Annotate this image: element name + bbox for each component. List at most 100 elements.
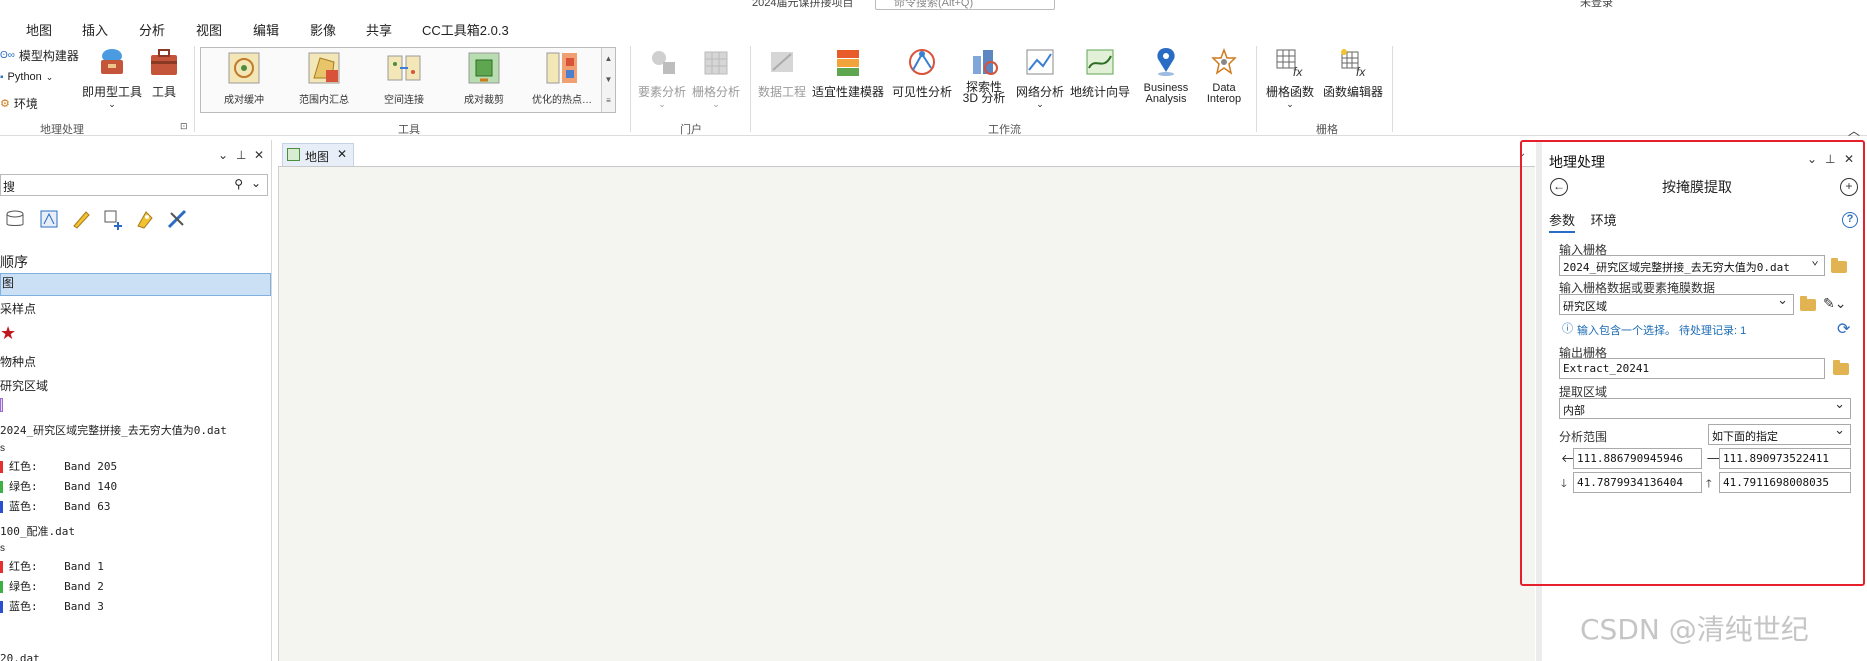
gallery-item-summarize-within[interactable]: 范围内汇总: [285, 50, 363, 106]
dialog-launcher-icon[interactable]: ⊡: [180, 121, 188, 132]
browse-folder-icon[interactable]: [1831, 258, 1847, 273]
geostatistical-wizard-icon: [1086, 49, 1114, 75]
tree-item-stitched-raster[interactable]: 2024_研究区域完整拼接_去无穷大值为0.dat: [0, 422, 227, 438]
function-editor-button[interactable]: fx 函数编辑器: [1320, 46, 1386, 100]
search-icon[interactable]: ⚲: [234, 177, 243, 191]
close-icon[interactable]: ✕: [254, 148, 264, 162]
pane-options-icon[interactable]: ⌄: [1807, 152, 1817, 166]
tree-item-species-points[interactable]: 物种点: [0, 353, 36, 370]
scroll-down-icon[interactable]: ▼: [602, 69, 615, 90]
selection-info-text: 输入包含一个选择。 待处理记录: 1: [1577, 325, 1747, 337]
tab-imagery[interactable]: 影像: [310, 20, 336, 39]
network-analysis-button[interactable]: 网络分析 ⌄: [1014, 46, 1066, 109]
data-engineering-button[interactable]: 数据工程: [756, 46, 808, 100]
tab-share[interactable]: 共享: [366, 20, 392, 39]
gallery-item-optimized-hot-spot[interactable]: 优化的热点…: [523, 50, 601, 106]
tree-item-study-area[interactable]: 研究区域: [0, 377, 48, 394]
extent-bottom-field[interactable]: 41.7879934136404: [1573, 472, 1702, 493]
list-by-labeling-icon[interactable]: [134, 208, 156, 230]
pin-icon[interactable]: ⊥: [1825, 152, 1835, 166]
extent-right-field[interactable]: 111.890973522411: [1719, 448, 1851, 469]
environments-button[interactable]: ⚙ 环境: [0, 95, 38, 112]
map-icon: [287, 148, 300, 161]
raster-analysis-icon: [704, 51, 728, 75]
tree-item-raster-20[interactable]: 20.dat: [0, 652, 40, 661]
polygon-symbol-icon: [0, 398, 3, 412]
browse-folder-icon[interactable]: [1800, 296, 1816, 311]
model-builder-button[interactable]: ʘ∞ 模型构建器: [0, 47, 79, 64]
tree-item-registered-raster[interactable]: 100_配准.dat: [0, 523, 75, 539]
data-interop-button[interactable]: Data Interop: [1200, 46, 1248, 105]
chevron-down-icon[interactable]: ⌄: [251, 176, 261, 190]
list-by-snapping-icon[interactable]: [102, 208, 124, 230]
gallery-item-pairwise-buffer[interactable]: 成对缓冲: [205, 50, 283, 106]
tab-analysis[interactable]: 分析: [136, 20, 168, 45]
collapse-ribbon-icon[interactable]: ︿: [1848, 122, 1860, 139]
suitability-modeler-button[interactable]: 适宜性建模器: [812, 46, 884, 100]
edit-pencil-icon[interactable]: ✎⌄: [1823, 295, 1846, 312]
close-icon[interactable]: ✕: [1844, 152, 1854, 166]
analysis-extent-select[interactable]: 如下面的指定: [1708, 424, 1851, 445]
map-canvas[interactable]: [278, 166, 1535, 661]
tree-item-sample-points[interactable]: 采样点: [0, 300, 36, 317]
raster-analysis-button[interactable]: 栅格分析 ⌄: [690, 46, 742, 109]
tool-name: 按掩膜提取: [1662, 179, 1732, 195]
ready-to-use-tools-button[interactable]: 即用型工具 ⌄: [80, 46, 144, 109]
extent-left-field[interactable]: 111.886790945946: [1573, 448, 1702, 469]
tree-item-map[interactable]: 图: [0, 273, 271, 296]
gallery-scrollbar[interactable]: ▲ ▼ ≡: [601, 48, 615, 112]
exploratory-3d-analysis-button[interactable]: 探索性 3D 分析: [956, 46, 1012, 104]
gallery-expand-icon[interactable]: ≡: [602, 90, 615, 111]
scroll-up-icon[interactable]: ▲: [602, 48, 615, 69]
python-button[interactable]: ▪ Python ⌄: [0, 71, 53, 83]
raster-functions-button[interactable]: fx 栅格函数 ⌄: [1264, 46, 1316, 109]
output-raster-field[interactable]: Extract_20241: [1559, 358, 1825, 379]
pin-icon[interactable]: ⊥: [236, 148, 246, 162]
extent-top-field[interactable]: 41.7911698008035: [1719, 472, 1851, 493]
list-by-perspective-icon[interactable]: [166, 208, 188, 230]
command-search-input[interactable]: 命令搜索(Alt+Q): [875, 0, 1055, 10]
title-bar: 2024届元谋拼接项目 命令搜索(Alt+Q) 未登录: [0, 0, 1867, 10]
group-label-geoprocessing: 地理处理: [40, 124, 84, 136]
tab-map[interactable]: 地图: [26, 20, 52, 39]
ribbon-separator: [1392, 46, 1393, 132]
list-by-editing-icon[interactable]: [70, 208, 92, 230]
gallery-item-pairwise-clip[interactable]: 成对裁剪: [445, 50, 523, 106]
ribbon: ʘ∞ 模型构建器 ▪ Python ⌄ ⚙ 环境 即用型工具 ⌄ 工具 地理处理…: [0, 42, 1867, 136]
contents-search-input[interactable]: 搜 ⚲ ⌄: [0, 174, 268, 196]
help-icon[interactable]: ?: [1842, 212, 1858, 228]
tab-parameters[interactable]: 参数: [1549, 210, 1576, 233]
sign-in-status[interactable]: 未登录: [1580, 0, 1613, 10]
raster-functions-icon: fx: [1276, 49, 1303, 79]
pane-options-icon[interactable]: ⌄: [218, 148, 228, 162]
gallery-item-spatial-join[interactable]: 空间连接: [365, 50, 443, 106]
map-view-tab[interactable]: 地图 ✕: [282, 143, 354, 167]
visibility-analysis-button[interactable]: 可见性分析: [890, 46, 954, 100]
refresh-icon[interactable]: ⟳: [1837, 319, 1850, 339]
list-by-selection-icon[interactable]: [38, 208, 60, 230]
add-plus-icon[interactable]: +: [1840, 178, 1858, 196]
tab-insert[interactable]: 插入: [82, 20, 108, 39]
view-options-icon[interactable]: ⌄: [1518, 148, 1526, 159]
function-editor-icon: fx: [1341, 49, 1366, 79]
tab-environments[interactable]: 环境: [1591, 210, 1617, 231]
analysis-extent-label: 分析范围: [1559, 430, 1608, 444]
list-by-data-source-icon[interactable]: [4, 208, 26, 230]
map-pin-icon: [1157, 48, 1175, 76]
tab-edit[interactable]: 编辑: [253, 20, 279, 39]
geostatistical-wizard-button[interactable]: 地统计向导: [1068, 46, 1132, 100]
browse-folder-icon[interactable]: [1833, 360, 1849, 375]
business-analysis-button[interactable]: Business Analysis: [1136, 46, 1196, 105]
tools-button[interactable]: 工具: [146, 46, 182, 100]
chevron-down-icon: ⌄: [45, 71, 54, 82]
mask-field[interactable]: 研究区域: [1559, 294, 1794, 315]
tab-cc-toolbox[interactable]: CC工具箱2.0.3: [422, 20, 509, 39]
band-green: 绿色: Band 2: [0, 578, 104, 594]
star-symbol-icon: ★: [0, 323, 17, 343]
input-raster-field[interactable]: 2024_研究区域完整拼接_去无穷大值为0.dat: [1559, 255, 1825, 276]
feature-analysis-button[interactable]: 要素分析 ⌄: [636, 46, 688, 109]
ribbon-separator: [1256, 46, 1257, 132]
extraction-area-select[interactable]: 内部: [1559, 398, 1851, 419]
tab-view[interactable]: 视图: [196, 20, 222, 39]
close-icon[interactable]: ✕: [337, 147, 347, 161]
